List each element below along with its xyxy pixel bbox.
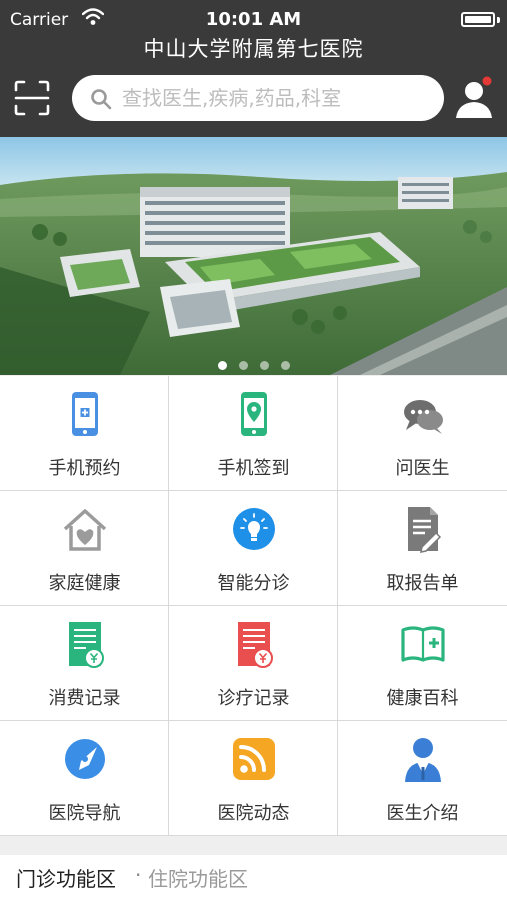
grid-item-label: 家庭健康 <box>48 573 121 594</box>
grid-item-get-report[interactable]: 取报告单 <box>338 491 507 606</box>
grid-item-label: 健康百科 <box>386 688 459 709</box>
search-icon <box>91 89 112 110</box>
grid-item-label: 消费记录 <box>48 688 121 709</box>
compass-navigation-icon <box>65 739 105 779</box>
grid-item-hospital-navigation[interactable]: 医院导航 <box>0 721 169 836</box>
grid-item-label: 医院导航 <box>48 803 121 824</box>
banner-dot[interactable] <box>217 361 227 370</box>
family-home-icon <box>63 509 107 551</box>
banner-pagination <box>0 355 507 374</box>
hospital-banner[interactable] <box>0 137 507 375</box>
grid-item-label: 问医生 <box>395 458 450 479</box>
scan-icon[interactable] <box>14 80 50 116</box>
grid-item-label: 医院动态 <box>217 803 290 824</box>
phone-appointment-icon <box>72 392 98 436</box>
function-area-tabs: 门诊功能区 · 住院功能区 <box>0 855 507 900</box>
grid-item-label: 诊疗记录 <box>217 688 290 709</box>
report-document-icon <box>408 507 442 553</box>
status-time: 10:01 AM <box>205 9 302 30</box>
tab-outpatient[interactable]: 门诊功能区 <box>16 863 116 892</box>
grid-item-label: 医生介绍 <box>386 803 459 824</box>
user-profile-icon[interactable] <box>452 74 500 122</box>
notification-dot <box>482 76 492 86</box>
phone-checkin-icon <box>241 392 267 436</box>
banner-dot[interactable] <box>259 361 269 370</box>
search-input[interactable] <box>122 75 422 121</box>
grid-item-health-encyclopedia[interactable]: 健康百科 <box>338 606 507 721</box>
banner-dot[interactable] <box>238 361 248 370</box>
grid-item-treatment-record[interactable]: 诊疗记录 <box>169 606 338 721</box>
function-grid: 手机预约 手机签到 问医生 家庭健康 智能分诊 取报告单 消费记录 诊疗记录 健… <box>0 376 507 836</box>
grid-item-label: 手机预约 <box>48 458 121 479</box>
search-bar[interactable] <box>72 75 444 121</box>
grid-item-hospital-news[interactable]: 医院动态 <box>169 721 338 836</box>
tab-separator: · <box>135 863 142 887</box>
grid-item-label: 取报告单 <box>386 573 459 594</box>
lightbulb-icon <box>233 508 275 550</box>
battery-tip <box>497 17 500 23</box>
grid-item-doctor-intro[interactable]: 医生介绍 <box>338 721 507 836</box>
chat-bubbles-icon <box>404 400 443 434</box>
doctor-profile-icon <box>405 738 441 782</box>
expense-record-icon <box>69 622 104 668</box>
grid-item-label: 智能分诊 <box>217 573 290 594</box>
grid-item-phone-appointment[interactable]: 手机预约 <box>0 376 169 491</box>
grid-item-ask-doctor[interactable]: 问医生 <box>338 376 507 491</box>
app-header: Carrier 10:01 AM 中山大学附属第七医院 <box>0 0 507 137</box>
grid-item-smart-triage[interactable]: 智能分诊 <box>169 491 338 606</box>
hospital-aerial-image <box>0 137 507 375</box>
grid-item-expense-record[interactable]: 消费记录 <box>0 606 169 721</box>
tab-inpatient[interactable]: 住院功能区 <box>148 863 248 892</box>
battery-icon <box>461 12 495 27</box>
grid-item-family-health[interactable]: 家庭健康 <box>0 491 169 606</box>
grid-item-label: 手机签到 <box>217 458 290 479</box>
grid-item-phone-checkin[interactable]: 手机签到 <box>169 376 338 491</box>
page-title: 中山大学附属第七医院 <box>143 37 364 61</box>
banner-dot[interactable] <box>280 361 290 370</box>
rss-news-icon <box>233 738 275 780</box>
health-book-icon <box>401 626 445 662</box>
treatment-record-icon <box>238 622 273 668</box>
